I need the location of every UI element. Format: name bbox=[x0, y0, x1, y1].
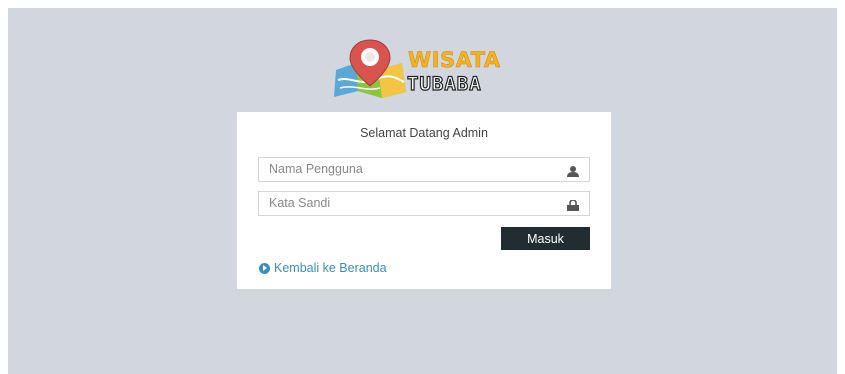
username-field bbox=[258, 157, 590, 182]
logo: WISATA TUBABA bbox=[330, 36, 522, 98]
map-pin-icon bbox=[334, 39, 406, 98]
login-title: Selamat Datang Admin bbox=[360, 126, 488, 140]
logo-text-wisata: WISATA bbox=[408, 48, 501, 73]
login-button[interactable]: Masuk bbox=[501, 227, 590, 250]
lock-icon bbox=[567, 198, 579, 216]
username-input[interactable] bbox=[259, 158, 559, 180]
back-to-home-link[interactable]: Kembali ke Beranda bbox=[259, 261, 387, 275]
logo-text-tubaba: TUBABA bbox=[406, 72, 482, 95]
arrow-circle-right-icon bbox=[259, 262, 270, 274]
login-box: Selamat Datang Admin Masuk Kembali ke Be… bbox=[237, 112, 611, 289]
password-input[interactable] bbox=[259, 192, 559, 214]
back-to-home-label: Kembali ke Beranda bbox=[274, 261, 387, 275]
user-icon bbox=[567, 164, 579, 182]
password-field bbox=[258, 191, 590, 216]
